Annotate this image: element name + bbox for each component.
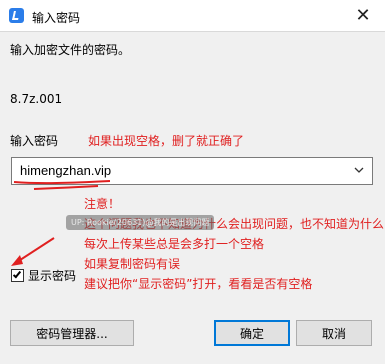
annotation-strokes (11, 180, 111, 266)
show-password-row[interactable]: 显示密码 (11, 267, 76, 283)
show-password-label[interactable]: 显示密码 (28, 267, 76, 284)
ok-button[interactable]: 确定 (214, 320, 290, 346)
arrow-line (16, 237, 55, 263)
arrow-head (11, 255, 23, 266)
underline-stroke (13, 180, 111, 185)
underline-stroke (33, 185, 99, 190)
cancel-button[interactable]: 取消 (296, 320, 372, 346)
show-password-checkbox[interactable] (11, 268, 24, 282)
password-manager-button[interactable]: 密码管理器... (10, 320, 134, 346)
